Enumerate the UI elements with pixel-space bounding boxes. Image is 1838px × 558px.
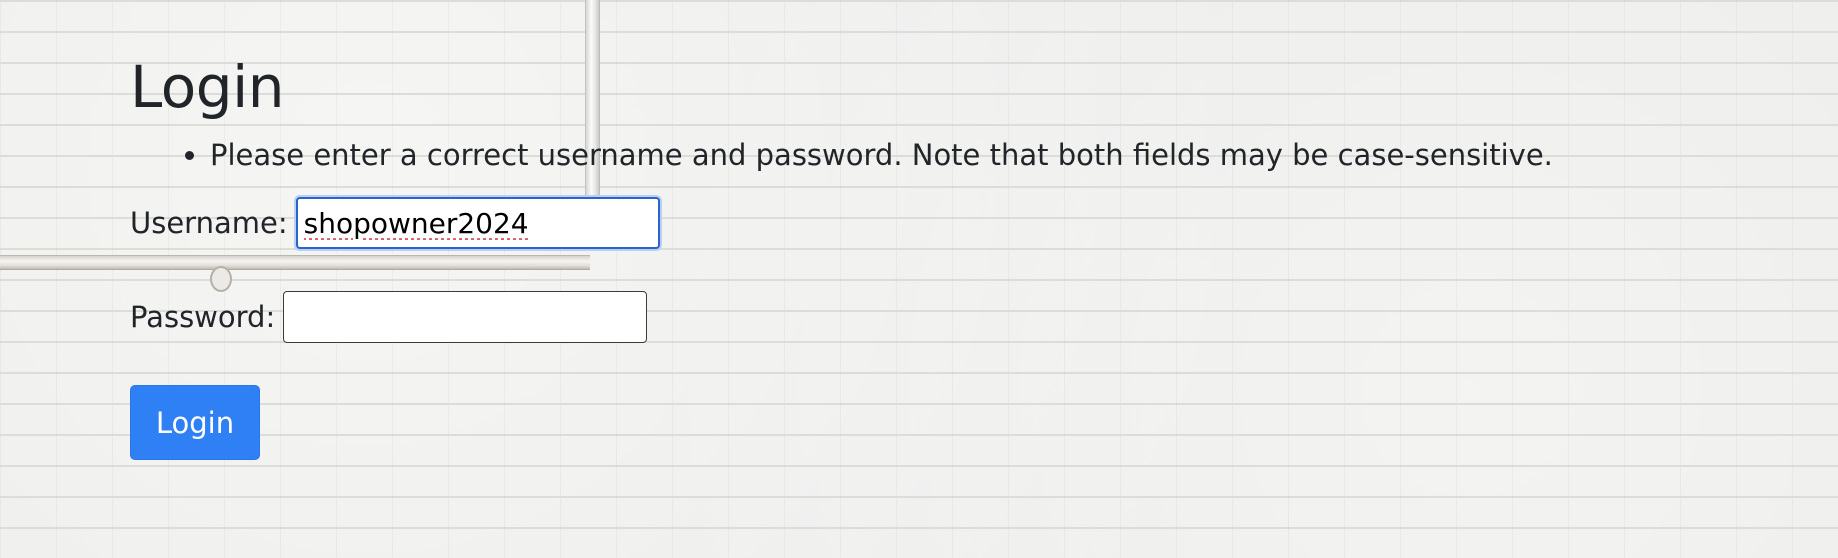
username-row: Username: [130,197,1553,249]
password-label: Password: [130,300,276,334]
username-input[interactable] [295,197,660,249]
password-row: Password: [130,291,1553,343]
page-title: Login [130,53,284,121]
login-container: Login Please enter a correct username an… [130,52,1553,460]
login-button[interactable]: Login [130,385,260,460]
username-label: Username: [130,206,288,240]
login-form: Username: Password: Login [130,197,1553,460]
password-input[interactable] [283,291,648,343]
error-list: Please enter a correct username and pass… [130,136,1553,174]
error-message: Please enter a correct username and pass… [210,136,1553,174]
